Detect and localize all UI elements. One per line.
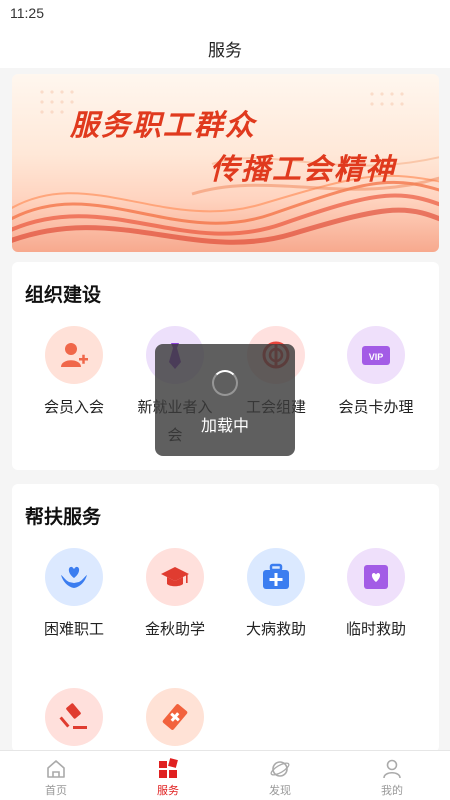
bandage-icon <box>146 688 204 746</box>
grid-item-needy-workers[interactable]: 困难职工 <box>24 548 124 644</box>
grid-item-legal-aid[interactable] <box>24 688 124 756</box>
grid-item-member-join[interactable]: 会员入会 <box>24 326 124 422</box>
user-icon <box>383 759 401 779</box>
status-time: 11:25 <box>10 5 44 21</box>
grid-item-injury-aid[interactable] <box>125 688 225 756</box>
status-bar: 11:25 <box>0 0 450 26</box>
tab-label: 我的 <box>381 785 403 797</box>
home-icon <box>47 760 65 778</box>
grid-item-label: 会员入会 <box>43 399 104 416</box>
grid-item-label: 临时救助 <box>345 621 406 638</box>
tab-label: 发现 <box>269 785 291 797</box>
tab-label: 首页 <box>45 785 67 797</box>
banner-slogan-1: 服务职工群众 <box>70 108 257 142</box>
promo-banner[interactable]: 服务职工群众 传播工会精神 <box>12 74 439 252</box>
grid-item-autumn-scholarship[interactable]: 金秋助学 <box>125 548 225 644</box>
loading-text: 加载中 <box>200 418 249 435</box>
section-title: 帮扶服务 <box>25 507 102 528</box>
planet-icon <box>270 761 290 777</box>
section-title: 组织建设 <box>25 285 102 306</box>
tab-mine[interactable]: 我的 <box>336 751 448 800</box>
service-grid-icon <box>159 758 178 778</box>
grid-item-label: 困难职工 <box>43 621 104 638</box>
grid-item-label: 大病救助 <box>245 621 306 638</box>
member-join-icon <box>45 326 103 384</box>
page-title: 服务 <box>208 41 242 60</box>
bottom-tab-bar: 首页 服务 发现 我的 <box>0 750 450 800</box>
heart-box-icon <box>347 548 405 606</box>
graduation-cap-icon <box>146 548 204 606</box>
grid-item-temporary-aid[interactable]: 临时救助 <box>326 548 426 644</box>
banner-slogan-2: 传播工会精神 <box>210 152 397 186</box>
tab-label: 服务 <box>157 785 179 797</box>
tab-service[interactable]: 服务 <box>112 751 224 800</box>
loading-spinner-icon <box>212 370 238 396</box>
assistance-section: 帮扶服务 困难职工 金秋助学 大病救助 临时救助 <box>12 484 439 752</box>
heart-hands-icon <box>45 548 103 606</box>
grid-item-serious-illness[interactable]: 大病救助 <box>226 548 326 644</box>
tab-discover[interactable]: 发现 <box>224 751 336 800</box>
tab-home[interactable]: 首页 <box>0 751 112 800</box>
loading-toast: 加载中 <box>155 344 295 456</box>
grid-item-label: 金秋助学 <box>144 621 205 638</box>
grid-item-vip-card[interactable]: VIP 会员卡办理 <box>326 326 426 422</box>
svg-text:VIP: VIP <box>369 352 384 362</box>
nav-bar: 服务 <box>0 26 450 68</box>
gavel-icon <box>45 688 103 746</box>
medical-kit-icon <box>247 548 305 606</box>
vip-card-icon: VIP <box>347 326 405 384</box>
grid-item-label: 会员卡办理 <box>338 399 414 416</box>
